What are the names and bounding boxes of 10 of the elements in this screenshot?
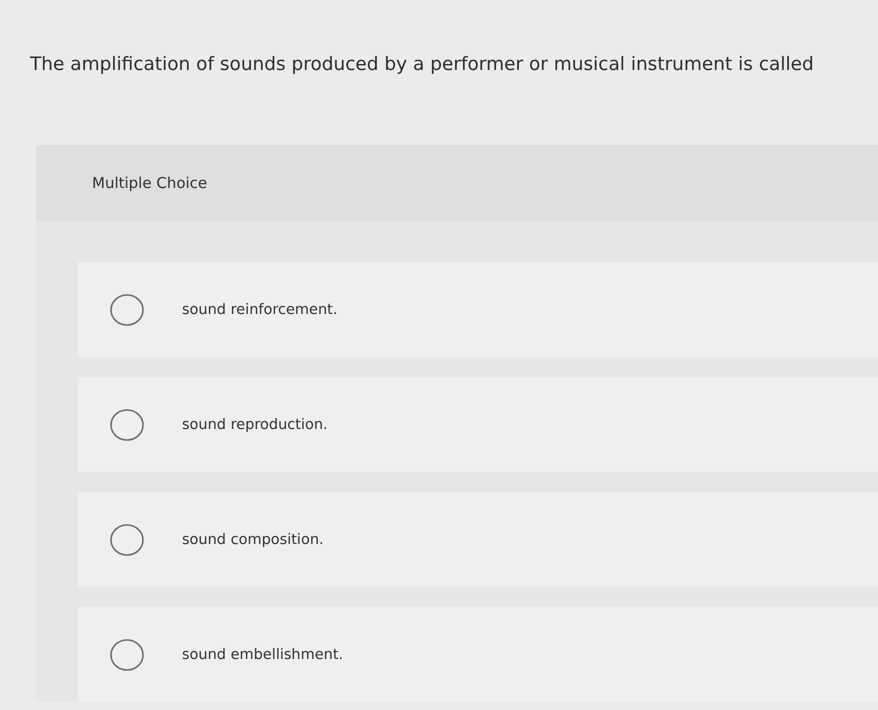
radio-icon[interactable] <box>110 638 144 670</box>
answer-option[interactable]: sound reinforcement. <box>78 262 878 357</box>
question-text: The amplification of sounds produced by a performer or musical instrument is called <box>30 53 815 77</box>
answer-option[interactable]: sound composition. <box>78 492 878 587</box>
question-type-label: Multiple Choice <box>92 174 208 192</box>
answer-option[interactable]: sound embellishment. <box>78 607 878 702</box>
radio-icon[interactable] <box>110 408 144 440</box>
radio-icon[interactable] <box>110 294 144 326</box>
radio-icon[interactable] <box>110 524 144 556</box>
answer-option[interactable]: sound reproduction. <box>78 377 878 472</box>
